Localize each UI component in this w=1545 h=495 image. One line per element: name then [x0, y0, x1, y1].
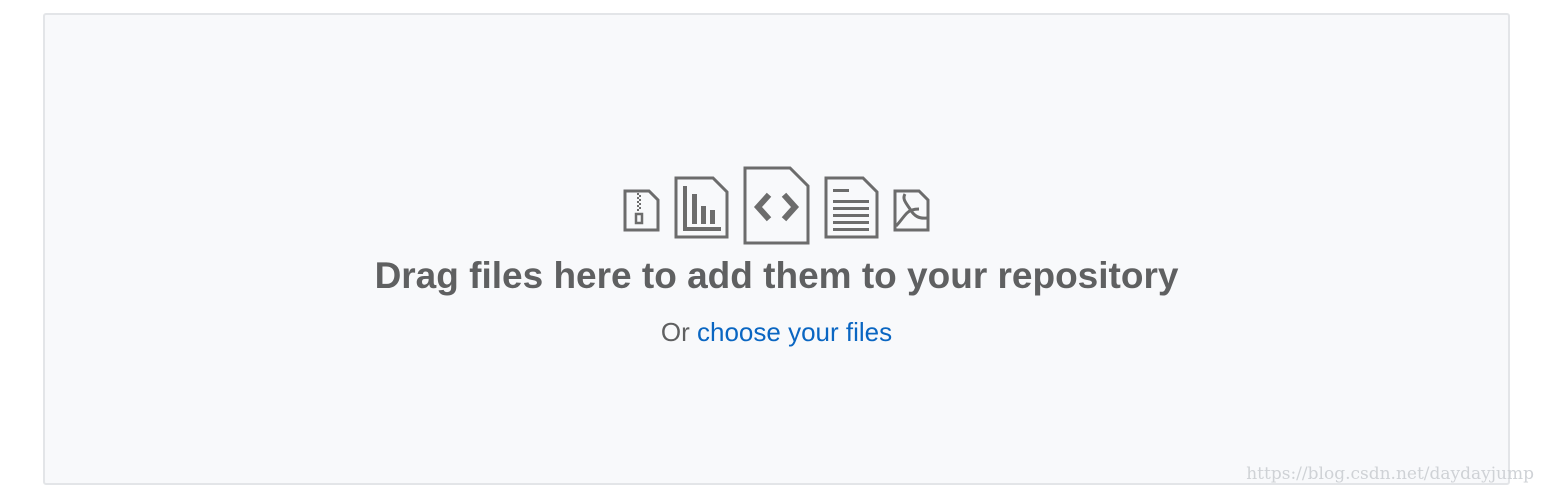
- dropzone-prefix: Or: [660, 317, 690, 347]
- choose-files-link[interactable]: choose your files: [697, 317, 892, 347]
- file-text-icon: [824, 176, 879, 239]
- upload-dropzone[interactable]: Drag files here to add them to your repo…: [43, 13, 1510, 485]
- dropzone-headline: Drag files here to add them to your repo…: [374, 255, 1179, 296]
- dropzone-subline: Or choose your files: [45, 317, 1508, 348]
- file-zip-icon: [623, 189, 660, 232]
- file-type-icons: [45, 165, 1508, 245]
- file-pdf-icon: [893, 189, 930, 232]
- file-code-icon: [743, 166, 810, 245]
- watermark-text: https://blog.csdn.net/daydayjump: [1246, 464, 1534, 484]
- file-chart-icon: [674, 176, 729, 239]
